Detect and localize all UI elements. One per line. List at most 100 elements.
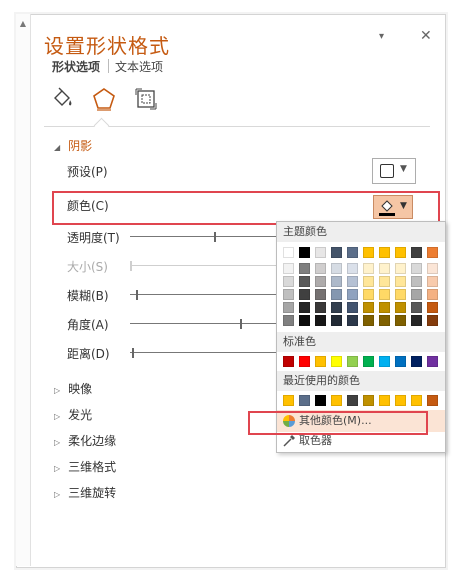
theme-color-swatch[interactable] bbox=[283, 263, 294, 274]
theme-color-swatch[interactable] bbox=[411, 302, 422, 313]
theme-color-swatch[interactable] bbox=[379, 302, 390, 313]
slider-track[interactable] bbox=[130, 236, 276, 237]
theme-color-swatch[interactable] bbox=[299, 276, 310, 287]
slider-track[interactable] bbox=[130, 352, 276, 353]
collapsed-section[interactable]: ▷ 映像 bbox=[54, 380, 92, 397]
theme-color-swatch[interactable] bbox=[331, 276, 342, 287]
theme-color-swatch[interactable] bbox=[299, 315, 310, 326]
theme-color-swatch[interactable] bbox=[379, 276, 390, 287]
standard-color-swatch[interactable] bbox=[379, 356, 390, 367]
theme-color-swatch[interactable] bbox=[299, 289, 310, 300]
recent-color-swatch[interactable] bbox=[315, 395, 326, 406]
theme-color-swatch[interactable] bbox=[347, 247, 358, 258]
theme-color-swatch[interactable] bbox=[331, 289, 342, 300]
collapsed-section[interactable]: ▷ 三维格式 bbox=[54, 458, 116, 475]
shadow-color-button[interactable]: ▼ bbox=[373, 195, 413, 219]
standard-color-swatch[interactable] bbox=[347, 356, 358, 367]
theme-color-swatch[interactable] bbox=[411, 263, 422, 274]
slider-track[interactable] bbox=[130, 323, 276, 324]
tab-text-options[interactable]: 文本选项 bbox=[115, 58, 163, 75]
theme-color-swatch[interactable] bbox=[379, 263, 390, 274]
recent-color-swatch[interactable] bbox=[395, 395, 406, 406]
theme-color-swatch[interactable] bbox=[283, 276, 294, 287]
theme-color-swatch[interactable] bbox=[347, 302, 358, 313]
standard-color-swatch[interactable] bbox=[315, 356, 326, 367]
theme-color-swatch[interactable] bbox=[395, 302, 406, 313]
slider-thumb[interactable] bbox=[214, 232, 216, 242]
theme-color-swatch[interactable] bbox=[283, 315, 294, 326]
standard-color-swatch[interactable] bbox=[331, 356, 342, 367]
recent-color-swatch[interactable] bbox=[283, 395, 294, 406]
collapsed-section[interactable]: ▷ 发光 bbox=[54, 406, 92, 423]
theme-color-swatch[interactable] bbox=[427, 263, 438, 274]
standard-color-swatch[interactable] bbox=[299, 356, 310, 367]
recent-color-swatch[interactable] bbox=[379, 395, 390, 406]
theme-color-swatch[interactable] bbox=[283, 247, 294, 258]
effects-icon[interactable] bbox=[91, 86, 117, 112]
slider-thumb[interactable] bbox=[132, 348, 134, 358]
theme-color-swatch[interactable] bbox=[299, 302, 310, 313]
theme-color-swatch[interactable] bbox=[395, 247, 406, 258]
theme-color-swatch[interactable] bbox=[283, 289, 294, 300]
scroll-up-icon[interactable]: ▲ bbox=[18, 18, 28, 30]
size-properties-icon[interactable] bbox=[133, 86, 159, 112]
slider-track[interactable] bbox=[130, 294, 276, 295]
theme-color-swatch[interactable] bbox=[395, 289, 406, 300]
recent-color-swatch[interactable] bbox=[363, 395, 374, 406]
theme-color-swatch[interactable] bbox=[411, 247, 422, 258]
slider-thumb[interactable] bbox=[130, 261, 132, 271]
theme-color-swatch[interactable] bbox=[347, 315, 358, 326]
theme-color-swatch[interactable] bbox=[315, 289, 326, 300]
theme-color-swatch[interactable] bbox=[395, 263, 406, 274]
theme-color-swatch[interactable] bbox=[411, 289, 422, 300]
standard-color-swatch[interactable] bbox=[411, 356, 422, 367]
standard-color-swatch[interactable] bbox=[283, 356, 294, 367]
theme-color-swatch[interactable] bbox=[363, 263, 374, 274]
theme-color-swatch[interactable] bbox=[363, 289, 374, 300]
theme-color-swatch[interactable] bbox=[347, 276, 358, 287]
theme-color-swatch[interactable] bbox=[427, 247, 438, 258]
theme-color-swatch[interactable] bbox=[315, 302, 326, 313]
slider-thumb[interactable] bbox=[240, 319, 242, 329]
collapsed-section[interactable]: ▷ 柔化边缘 bbox=[54, 432, 116, 449]
standard-color-swatch[interactable] bbox=[363, 356, 374, 367]
theme-color-swatch[interactable] bbox=[427, 289, 438, 300]
theme-color-swatch[interactable] bbox=[379, 315, 390, 326]
theme-color-swatch[interactable] bbox=[363, 276, 374, 287]
theme-color-swatch[interactable] bbox=[363, 302, 374, 313]
tab-shape-options[interactable]: 形状选项 bbox=[52, 58, 100, 75]
theme-color-swatch[interactable] bbox=[395, 276, 406, 287]
slider-track[interactable] bbox=[130, 265, 276, 266]
theme-color-swatch[interactable] bbox=[283, 302, 294, 313]
theme-color-swatch[interactable] bbox=[363, 315, 374, 326]
theme-color-swatch[interactable] bbox=[347, 289, 358, 300]
theme-color-swatch[interactable] bbox=[331, 302, 342, 313]
theme-color-swatch[interactable] bbox=[315, 315, 326, 326]
theme-color-swatch[interactable] bbox=[411, 276, 422, 287]
recent-color-swatch[interactable] bbox=[347, 395, 358, 406]
theme-color-swatch[interactable] bbox=[299, 263, 310, 274]
theme-color-swatch[interactable] bbox=[315, 247, 326, 258]
slider-thumb[interactable] bbox=[136, 290, 138, 300]
fill-line-icon[interactable] bbox=[49, 86, 75, 112]
close-icon[interactable]: ✕ bbox=[420, 28, 432, 44]
theme-color-swatch[interactable] bbox=[363, 247, 374, 258]
theme-color-swatch[interactable] bbox=[315, 263, 326, 274]
theme-color-swatch[interactable] bbox=[395, 315, 406, 326]
recent-color-swatch[interactable] bbox=[411, 395, 422, 406]
theme-color-swatch[interactable] bbox=[427, 315, 438, 326]
pane-options-dropdown-icon[interactable]: ▾ bbox=[379, 31, 384, 42]
theme-color-swatch[interactable] bbox=[379, 247, 390, 258]
preset-dropdown[interactable]: ▼ bbox=[372, 158, 416, 184]
theme-color-swatch[interactable] bbox=[379, 289, 390, 300]
pane-scrollbar[interactable] bbox=[16, 14, 31, 566]
standard-color-swatch[interactable] bbox=[427, 356, 438, 367]
recent-color-swatch[interactable] bbox=[427, 395, 438, 406]
recent-color-swatch[interactable] bbox=[299, 395, 310, 406]
theme-color-swatch[interactable] bbox=[347, 263, 358, 274]
theme-color-swatch[interactable] bbox=[411, 315, 422, 326]
recent-color-swatch[interactable] bbox=[331, 395, 342, 406]
theme-color-swatch[interactable] bbox=[331, 263, 342, 274]
theme-color-swatch[interactable] bbox=[427, 302, 438, 313]
theme-color-swatch[interactable] bbox=[427, 276, 438, 287]
